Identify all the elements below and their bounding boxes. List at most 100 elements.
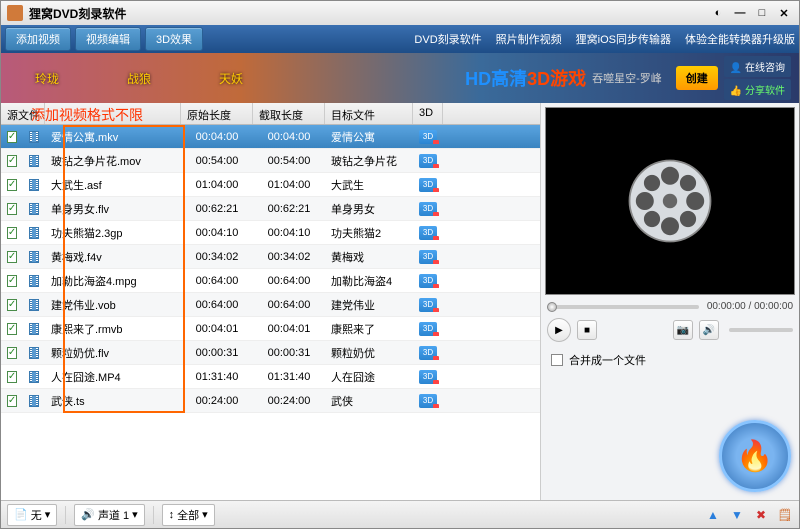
cell-filename: 颗粒奶优.flv bbox=[45, 345, 181, 361]
time-display: 00:00:00 / 00:00:00 bbox=[707, 301, 793, 312]
flame-icon: 🔥 bbox=[736, 439, 773, 474]
cell-cut-len: 00:62:21 bbox=[253, 203, 325, 215]
row-checkbox[interactable]: ✓ bbox=[7, 155, 17, 167]
table-row[interactable]: ✓黄梅戏.f4v00:34:0200:34:02黄梅戏3D bbox=[1, 245, 540, 269]
col-cut-len[interactable]: 截取长度 bbox=[253, 103, 325, 124]
row-checkbox[interactable]: ✓ bbox=[7, 371, 17, 383]
link-dvd[interactable]: DVD刻录软件 bbox=[414, 31, 481, 47]
table-row[interactable]: ✓爱情公寓.mkv00:04:0000:04:00爱情公寓3D bbox=[1, 125, 540, 149]
row-checkbox[interactable]: ✓ bbox=[7, 275, 17, 287]
col-target[interactable]: 目标文件 bbox=[325, 103, 413, 124]
banner-sub: 吞噬星空-罗峰 bbox=[592, 70, 662, 86]
table-row[interactable]: ✓建党伟业.vob00:64:0000:64:00建党伟业3D bbox=[1, 293, 540, 317]
cell-orig-len: 01:04:00 bbox=[181, 179, 253, 191]
video-icon bbox=[29, 299, 39, 311]
cell-orig-len: 00:04:00 bbox=[181, 131, 253, 143]
app-icon bbox=[7, 5, 23, 21]
play-button[interactable]: ▶ bbox=[547, 318, 571, 342]
table-row[interactable]: ✓单身男女.flv00:62:2100:62:21单身男女3D bbox=[1, 197, 540, 221]
delete-button[interactable]: ✖ bbox=[753, 507, 769, 523]
cell-orig-len: 00:24:00 bbox=[181, 395, 253, 407]
clear-button[interactable]: 🗒 bbox=[777, 507, 793, 523]
row-checkbox[interactable]: ✓ bbox=[7, 323, 17, 335]
snapshot-button[interactable]: 📷 bbox=[673, 320, 693, 340]
3d-toggle-icon[interactable]: 3D bbox=[419, 154, 437, 168]
cell-orig-len: 00:62:21 bbox=[181, 203, 253, 215]
video-icon bbox=[29, 131, 39, 143]
row-checkbox[interactable]: ✓ bbox=[7, 131, 17, 143]
cell-orig-len: 00:04:01 bbox=[181, 323, 253, 335]
table-row[interactable]: ✓人在囧途.MP401:31:4001:31:40人在囧途3D bbox=[1, 365, 540, 389]
preview-area bbox=[545, 107, 795, 295]
minimize-button[interactable]: ― bbox=[731, 6, 749, 20]
row-checkbox[interactable]: ✓ bbox=[7, 347, 17, 359]
volume-icon[interactable]: 🔊 bbox=[699, 320, 719, 340]
3d-toggle-icon[interactable]: 3D bbox=[419, 346, 437, 360]
maximize-button[interactable]: □ bbox=[753, 6, 771, 20]
subtitle-select[interactable]: 📄无▾ bbox=[7, 504, 57, 526]
table-row[interactable]: ✓加勒比海盗4.mpg00:64:0000:64:00加勒比海盗43D bbox=[1, 269, 540, 293]
cell-filename: 加勒比海盗4.mpg bbox=[45, 273, 181, 289]
3d-toggle-icon[interactable]: 3D bbox=[419, 322, 437, 336]
table-row[interactable]: ✓武侠.ts00:24:0000:24:00武侠3D bbox=[1, 389, 540, 413]
cell-filename: 玻钻之争片花.mov bbox=[45, 153, 181, 169]
3d-toggle-icon[interactable]: 3D bbox=[419, 202, 437, 216]
table-row[interactable]: ✓康熙来了.rmvb00:04:0100:04:01康熙来了3D bbox=[1, 317, 540, 341]
table-row[interactable]: ✓玻钻之争片花.mov00:54:0000:54:00玻钻之争片花3D bbox=[1, 149, 540, 173]
row-checkbox[interactable]: ✓ bbox=[7, 227, 17, 239]
move-up-button[interactable]: ▲ bbox=[705, 507, 721, 523]
table-row[interactable]: ✓功夫熊猫2.3gp00:04:1000:04:10功夫熊猫23D bbox=[1, 221, 540, 245]
cell-target: 建党伟业 bbox=[325, 297, 413, 313]
3d-toggle-icon[interactable]: 3D bbox=[419, 394, 437, 408]
3d-toggle-icon[interactable]: 3D bbox=[419, 130, 437, 144]
cell-cut-len: 00:04:00 bbox=[253, 131, 325, 143]
range-select[interactable]: ↕全部▾ bbox=[162, 504, 215, 526]
col-source[interactable]: 源文件 bbox=[1, 103, 45, 124]
row-checkbox[interactable]: ✓ bbox=[7, 299, 17, 311]
close-button[interactable]: ✕ bbox=[775, 6, 793, 20]
cell-filename: 功夫熊猫2.3gp bbox=[45, 225, 181, 241]
merge-checkbox[interactable]: ✓ bbox=[551, 354, 563, 366]
skin-button[interactable]: ◐ bbox=[709, 6, 727, 20]
stop-button[interactable]: ■ bbox=[577, 320, 597, 340]
3d-toggle-icon[interactable]: 3D bbox=[419, 298, 437, 312]
link-upgrade[interactable]: 体验全能转换器升级版 bbox=[685, 31, 795, 47]
row-checkbox[interactable]: ✓ bbox=[7, 179, 17, 191]
cell-cut-len: 00:34:02 bbox=[253, 251, 325, 263]
add-video-button[interactable]: 添加视频 bbox=[5, 27, 71, 51]
link-photo[interactable]: 照片制作视频 bbox=[496, 31, 562, 47]
banner-create-button[interactable]: 创建 bbox=[676, 66, 718, 90]
link-ios[interactable]: 狸窝iOS同步传输器 bbox=[576, 31, 671, 47]
audio-select[interactable]: 🔊声道 1▾ bbox=[74, 504, 144, 526]
cell-cut-len: 00:64:00 bbox=[253, 275, 325, 287]
time-slider[interactable] bbox=[547, 305, 699, 309]
row-checkbox[interactable]: ✓ bbox=[7, 203, 17, 215]
3d-toggle-icon[interactable]: 3D bbox=[419, 250, 437, 264]
3d-toggle-icon[interactable]: 3D bbox=[419, 370, 437, 384]
row-checkbox[interactable]: ✓ bbox=[7, 251, 17, 263]
effect-3d-button[interactable]: 3D效果 bbox=[145, 27, 203, 51]
volume-slider[interactable] bbox=[729, 328, 793, 332]
banner[interactable]: 玲珑 战狼 天妖 HD高清3D游戏 吞噬星空-罗峰 创建 👤 在线咨询 👍 分享… bbox=[1, 53, 799, 103]
video-icon bbox=[29, 251, 39, 263]
banner-char1: 玲珑 bbox=[1, 53, 93, 103]
burn-button[interactable]: 🔥 bbox=[719, 420, 791, 492]
row-checkbox[interactable]: ✓ bbox=[7, 395, 17, 407]
cell-cut-len: 00:54:00 bbox=[253, 155, 325, 167]
col-filename[interactable] bbox=[45, 103, 181, 124]
3d-toggle-icon[interactable]: 3D bbox=[419, 274, 437, 288]
video-icon bbox=[29, 347, 39, 359]
col-orig-len[interactable]: 原始长度 bbox=[181, 103, 253, 124]
online-help-button[interactable]: 👤 在线咨询 bbox=[724, 56, 791, 77]
move-down-button[interactable]: ▼ bbox=[729, 507, 745, 523]
share-button[interactable]: 👍 分享软件 bbox=[724, 79, 791, 100]
3d-toggle-icon[interactable]: 3D bbox=[419, 178, 437, 192]
3d-toggle-icon[interactable]: 3D bbox=[419, 226, 437, 240]
table-row[interactable]: ✓颗粒奶优.flv00:00:3100:00:31颗粒奶优3D bbox=[1, 341, 540, 365]
table-row[interactable]: ✓大武生.asf01:04:0001:04:00大武生3D bbox=[1, 173, 540, 197]
bottom-toolbar: 📄无▾ 🔊声道 1▾ ↕全部▾ ▲ ▼ ✖ 🗒 bbox=[1, 500, 799, 528]
video-edit-button[interactable]: 视频编辑 bbox=[75, 27, 141, 51]
cell-cut-len: 01:04:00 bbox=[253, 179, 325, 191]
col-3d[interactable]: 3D bbox=[413, 103, 443, 124]
menubar: 添加视频 视频编辑 3D效果 DVD刻录软件 照片制作视频 狸窝iOS同步传输器… bbox=[1, 25, 799, 53]
